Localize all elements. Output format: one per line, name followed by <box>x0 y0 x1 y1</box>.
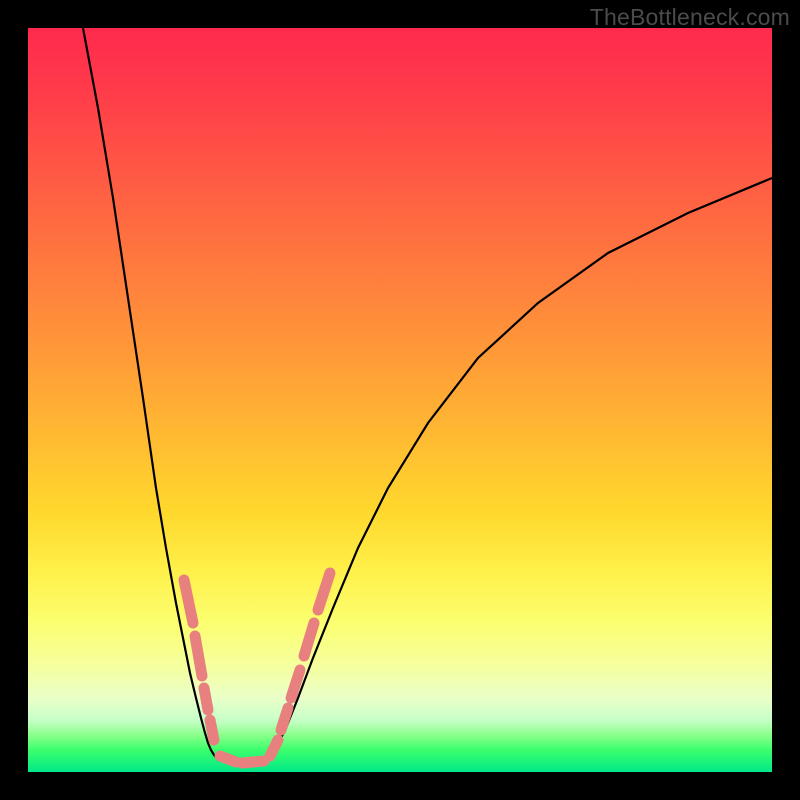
marker-segment <box>195 636 202 676</box>
marker-segment <box>220 756 236 762</box>
marker-segment <box>242 761 264 763</box>
chart-frame: TheBottleneck.com <box>0 0 800 800</box>
marker-segment <box>210 720 214 740</box>
marker-segment <box>281 708 288 730</box>
marker-segment <box>204 688 208 710</box>
marker-segment <box>270 740 278 756</box>
marker-segment <box>318 573 330 610</box>
marker-segment <box>304 623 314 656</box>
watermark-text: TheBottleneck.com <box>590 4 790 31</box>
marker-segment <box>184 580 193 623</box>
curve-path <box>83 28 772 763</box>
chart-plot-area <box>28 28 772 772</box>
bottleneck-curve <box>28 28 772 772</box>
